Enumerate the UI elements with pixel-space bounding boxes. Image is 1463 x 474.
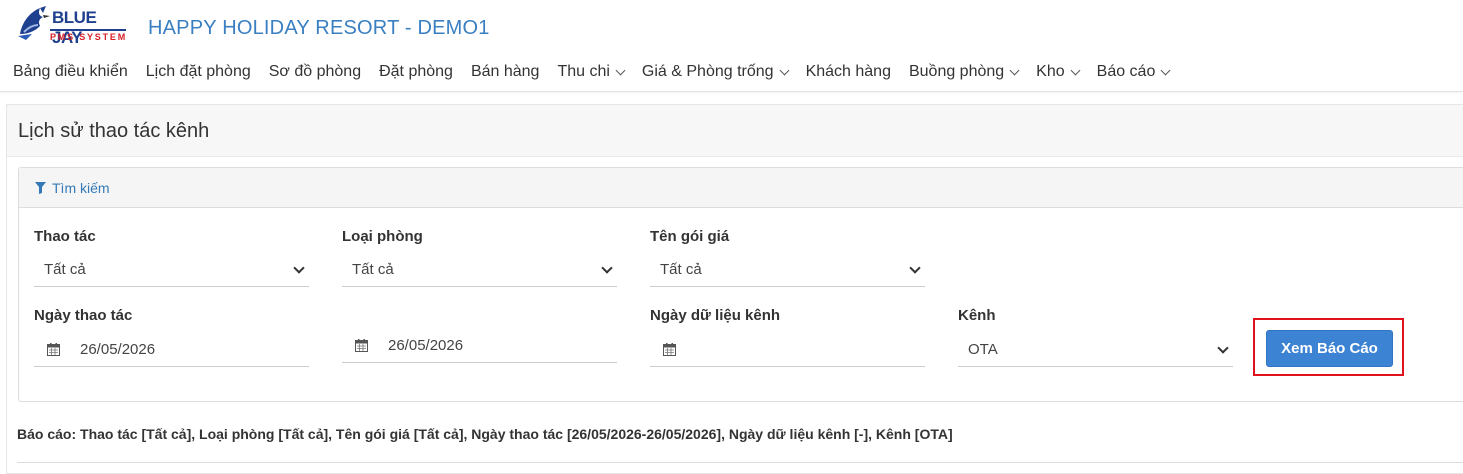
action-date-label: Ngày thao tác	[34, 307, 133, 324]
nav-item-housekeeping[interactable]: Buồng phòng	[908, 63, 1020, 81]
nav-item-rates-availability[interactable]: Giá & Phòng trống	[641, 63, 790, 81]
room-type-select-value: Tất cả	[352, 261, 394, 278]
blue-jay-logo[interactable]: BLUE JAY PMS SYSTEM	[16, 4, 128, 47]
main-nav: Bảng điều khiển Lịch đặt phòng Sơ đồ phò…	[0, 58, 1174, 86]
calendar-icon	[47, 343, 60, 356]
chevron-down-icon	[909, 262, 921, 274]
rate-plan-select-value: Tất cả	[660, 261, 702, 278]
action-date-from-input[interactable]: 26/05/2026	[34, 333, 309, 367]
chevron-down-icon	[779, 65, 790, 75]
action-date-to-value: 26/05/2026	[388, 337, 464, 354]
room-type-select[interactable]: Tất cả	[342, 253, 617, 287]
nav-label: Bảng điều khiển	[13, 63, 128, 80]
report-summary: Báo cáo: Thao tác [Tất cả], Loại phòng […	[17, 426, 953, 442]
nav-item-booking[interactable]: Đặt phòng	[379, 63, 453, 81]
search-panel-header[interactable]: Tìm kiếm	[19, 168, 1463, 208]
chevron-down-icon	[601, 262, 613, 274]
nav-label: Giá & Phòng trống	[641, 63, 774, 80]
nav-label: Khách hàng	[805, 63, 891, 80]
nav-item-dashboard[interactable]: Bảng điều khiển	[13, 63, 128, 81]
chevron-down-icon	[1160, 65, 1171, 75]
page-panel: Lịch sử thao tác kênh Tìm kiếm	[6, 104, 1463, 474]
chevron-down-icon	[293, 262, 305, 274]
logo-subtext: PMS SYSTEM	[50, 32, 128, 42]
channel-select-value: OTA	[968, 341, 998, 358]
channel-data-date-input[interactable]	[650, 333, 925, 367]
channel-select[interactable]: OTA	[958, 333, 1233, 367]
chevron-down-icon	[615, 65, 626, 75]
logo-divider	[50, 29, 126, 31]
action-date-to-input[interactable]: 26/05/2026	[342, 329, 617, 363]
nav-label: Sơ đồ phòng	[268, 63, 362, 80]
nav-label: Kho	[1036, 63, 1065, 80]
nav-item-inventory[interactable]: Kho	[1036, 63, 1081, 81]
top-header: BLUE JAY PMS SYSTEM HAPPY HOLIDAY RESORT…	[0, 0, 1463, 92]
channel-label: Kênh	[958, 307, 996, 324]
hotel-name: HAPPY HOLIDAY RESORT - DEMO1	[148, 17, 490, 39]
page-header	[7, 105, 1463, 157]
rate-plan-label: Tên gói giá	[650, 228, 730, 245]
calendar-icon	[355, 339, 368, 352]
room-type-label: Loại phòng	[342, 228, 423, 245]
nav-label: Bán hàng	[470, 63, 540, 80]
nav-label: Thu chi	[557, 63, 610, 80]
calendar-icon	[663, 343, 676, 356]
nav-item-customers[interactable]: Khách hàng	[806, 63, 891, 81]
logo-text: BLUE JAY	[52, 8, 97, 47]
view-report-button[interactable]: Xem Báo Cáo	[1266, 330, 1393, 367]
filter-icon	[35, 181, 46, 194]
page-title: Lịch sử thao tác kênh	[18, 120, 210, 142]
nav-label: Buồng phòng	[908, 63, 1005, 80]
channel-data-date-label: Ngày dữ liệu kênh	[650, 307, 781, 324]
nav-item-reports[interactable]: Báo cáo	[1096, 63, 1171, 81]
action-select-value: Tất cả	[44, 261, 86, 278]
chevron-down-icon	[1009, 65, 1020, 75]
nav-item-sales[interactable]: Bán hàng	[471, 63, 540, 81]
rate-plan-select[interactable]: Tất cả	[650, 253, 925, 287]
chevron-down-icon	[1217, 342, 1229, 354]
nav-item-room-map[interactable]: Sơ đồ phòng	[269, 63, 361, 81]
nav-item-income-expense[interactable]: Thu chi	[557, 63, 626, 81]
action-label: Thao tác	[34, 228, 96, 245]
nav-item-booking-calendar[interactable]: Lịch đặt phòng	[146, 63, 251, 81]
chevron-down-icon	[1070, 65, 1081, 75]
nav-label: Báo cáo	[1096, 63, 1156, 80]
action-select[interactable]: Tất cả	[34, 253, 309, 287]
nav-label: Đặt phòng	[379, 63, 453, 80]
search-panel-title: Tìm kiếm	[52, 179, 110, 196]
action-date-from-value: 26/05/2026	[80, 341, 156, 358]
nav-label: Lịch đặt phòng	[145, 63, 251, 80]
